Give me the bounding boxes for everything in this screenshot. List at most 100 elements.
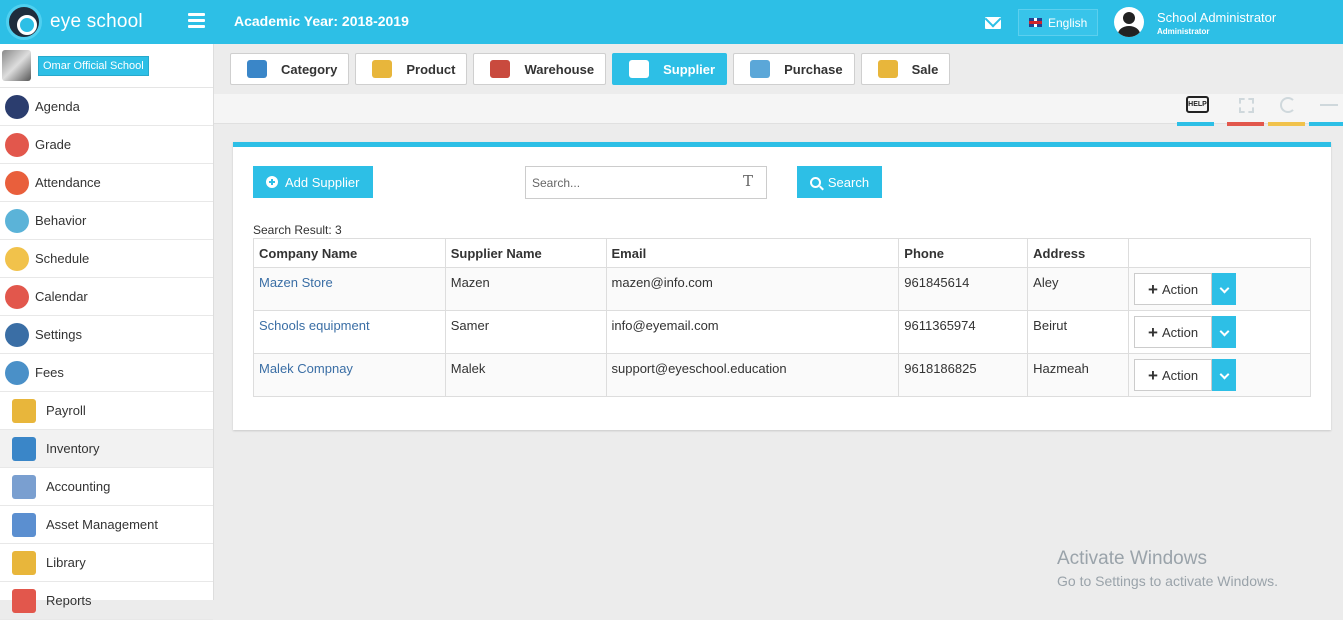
tab-purchase[interactable]: Purchase	[733, 53, 855, 85]
action-button-label: Action	[1161, 324, 1199, 340]
sidebar-item-inventory[interactable]: Inventory	[0, 430, 213, 468]
sidebar-item-payroll[interactable]: Payroll	[0, 392, 213, 430]
language-label: English	[1048, 15, 1088, 30]
sidebar-item-reports[interactable]: Reports	[0, 582, 213, 620]
table-cell: Malek	[444, 353, 607, 397]
chevron-down-icon[interactable]	[1212, 273, 1237, 305]
tab-label: Supplier	[663, 61, 716, 77]
school-avatar	[2, 50, 31, 81]
action-button[interactable]: + Action	[1134, 316, 1213, 348]
column-header-company[interactable]: Company Name	[253, 238, 446, 268]
action-cell: + Action	[1128, 310, 1311, 354]
table-cell: Mazen Store	[253, 267, 446, 311]
grade-icon	[5, 132, 29, 157]
language-selector[interactable]: English	[1018, 9, 1099, 36]
search-icon	[809, 176, 821, 188]
search-result-count: Search Result: 3	[253, 223, 342, 237]
sidebar-item-agenda[interactable]: Agenda	[0, 88, 213, 126]
company-name-link[interactable]: Malek Compnay	[259, 361, 353, 376]
action-button[interactable]: + Action	[1134, 273, 1213, 305]
accounting-icon	[12, 474, 36, 499]
plus-circle-icon	[266, 176, 278, 188]
action-button[interactable]: + Action	[1134, 359, 1213, 391]
mail-icon[interactable]	[985, 17, 1001, 29]
asset-management-icon	[12, 512, 36, 537]
user-name[interactable]: School Administrator	[1157, 10, 1276, 25]
chevron-down-icon[interactable]	[1212, 316, 1237, 348]
action-cell: + Action	[1128, 353, 1311, 397]
refresh-button[interactable]	[1268, 94, 1305, 126]
column-header-email[interactable]: Email	[605, 238, 900, 268]
help-button[interactable]: HELP	[1177, 94, 1214, 126]
schedule-icon	[5, 246, 29, 271]
sale-icon	[877, 60, 898, 78]
expand-icon	[1239, 98, 1254, 113]
sidebar-item-schedule[interactable]: Schedule	[0, 240, 213, 278]
user-avatar[interactable]	[1114, 7, 1144, 37]
school-header: Omar Official School	[0, 44, 213, 88]
sidebar-item-behavior[interactable]: Behavior	[0, 202, 213, 240]
table-cell: info@eyemail.com	[605, 310, 900, 354]
sidebar-item-label: Accounting	[46, 479, 111, 494]
fullscreen-button[interactable]	[1227, 94, 1264, 126]
sidebar-item-settings[interactable]: Settings	[0, 316, 213, 354]
tab-supplier[interactable]: Supplier	[612, 53, 728, 85]
sidebar-item-accounting[interactable]: Accounting	[0, 468, 213, 506]
help-icon: HELP	[1186, 96, 1209, 113]
sidebar-item-grade[interactable]: Grade	[0, 126, 213, 164]
sidebar-item-attendance[interactable]: Attendance	[0, 164, 213, 202]
app-logo[interactable]: eye school	[0, 0, 214, 44]
email-cell: support@eyeschool.education	[611, 361, 787, 376]
settings-icon	[5, 322, 29, 347]
action-button-label: Action	[1161, 367, 1199, 383]
company-name-link[interactable]: Mazen Store	[259, 275, 333, 290]
table-cell: Samer	[444, 310, 607, 354]
phone-cell: 961845614	[904, 275, 970, 290]
chevron-down-icon[interactable]	[1212, 359, 1237, 391]
library-icon	[12, 550, 36, 575]
academic-year: Academic Year: 2018-2019	[234, 13, 409, 29]
plus-icon: +	[1148, 322, 1158, 342]
table-cell: Schools equipment	[253, 310, 446, 354]
company-name-link[interactable]: Schools equipment	[259, 318, 370, 333]
search-button[interactable]: Search	[797, 166, 882, 198]
tab-label: Purchase	[784, 61, 843, 77]
payroll-icon	[12, 398, 36, 423]
sidebar-item-fees[interactable]: Fees	[0, 354, 213, 392]
sidebar-nav: Agenda Grade Attendance Behavior Schedule Cal…	[0, 88, 213, 620]
action-button-label: Action	[1161, 281, 1199, 297]
purchase-icon	[750, 60, 771, 78]
sidebar-item-library[interactable]: Library	[0, 544, 213, 582]
address-cell: Aley	[1033, 275, 1059, 290]
uk-flag-icon	[1029, 18, 1042, 27]
search-input[interactable]	[525, 166, 767, 199]
sidebar-item-label: Grade	[35, 137, 72, 152]
table-cell: support@eyeschool.education	[605, 353, 900, 397]
column-header-phone[interactable]: Phone	[898, 238, 1029, 268]
column-header-address[interactable]: Address	[1027, 238, 1130, 268]
user-role: Administrator	[1157, 27, 1210, 36]
sidebar-item-label: Attendance	[35, 175, 101, 190]
resize-button[interactable]	[1309, 94, 1343, 126]
column-header-supplier[interactable]: Supplier Name	[444, 238, 607, 268]
supplier-name-cell: Samer	[450, 318, 490, 333]
table-row: Malek Compnay Malek support@eyeschool.educ…	[253, 353, 1311, 397]
sidebar-item-calendar[interactable]: Calendar	[0, 278, 213, 316]
table-row: Mazen Store Mazen mazen@info.com 961845614 A…	[253, 267, 1311, 311]
refresh-underline	[1268, 122, 1305, 126]
school-name-badge[interactable]: Omar Official School	[38, 55, 149, 76]
horizontal-arrows-icon	[1320, 104, 1338, 106]
action-cell: + Action	[1128, 267, 1311, 311]
menu-toggle-icon[interactable]	[188, 13, 205, 28]
category-icon	[247, 60, 267, 78]
calendar-icon	[5, 284, 29, 309]
tab-product[interactable]: Product	[355, 53, 468, 85]
table-cell: Aley	[1027, 267, 1130, 311]
sidebar-item-asset-management[interactable]: Asset Management	[0, 506, 213, 544]
add-supplier-button[interactable]: Add Supplier	[253, 166, 373, 198]
tab-warehouse[interactable]: Warehouse	[473, 53, 607, 85]
sidebar-item-label: Settings	[35, 327, 82, 342]
tab-sale[interactable]: Sale	[860, 53, 951, 85]
tab-category[interactable]: Category	[230, 53, 350, 85]
search-button-label: Search	[827, 174, 870, 190]
